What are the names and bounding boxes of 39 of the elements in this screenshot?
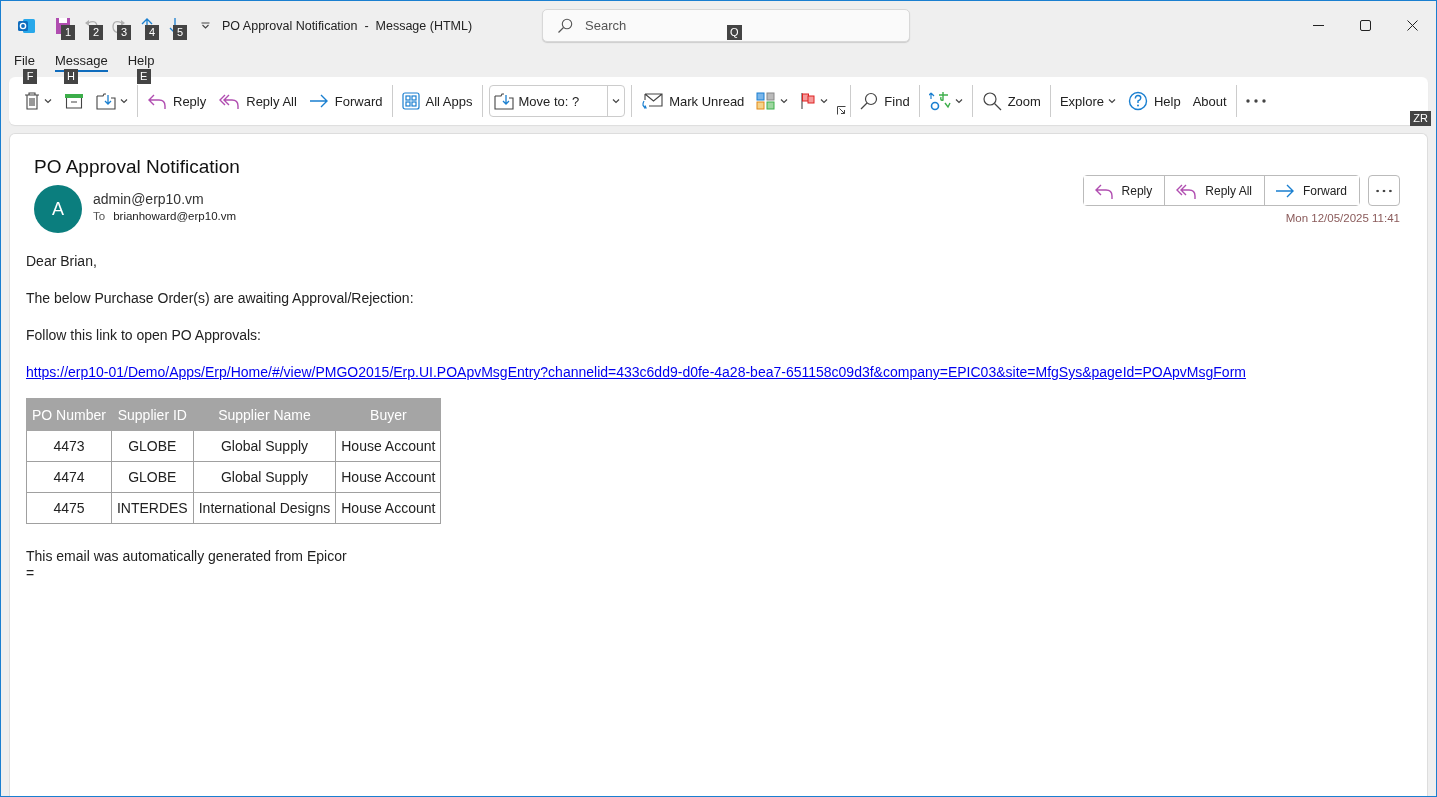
keytip-tooltip: F [23,69,37,84]
sender-address: admin@erp10.vm [93,191,205,207]
keytip-tooltip: 2 [89,24,103,40]
keytip-tooltip: ZR [1410,111,1431,126]
table-cell: Global Supply [193,461,336,493]
table-cell: 4474 [26,461,112,493]
keytip-tooltip: H [63,69,78,84]
table-cell: INTERDES [111,492,194,524]
column-header: PO Number [26,398,112,431]
column-header: Supplier Name [193,398,336,431]
move-to-text: Move to: ? [518,93,580,109]
keytip-tooltip: 1 [61,24,75,40]
keytip-tooltip: 4 [145,24,159,40]
keytip-tooltip: Q [727,25,742,40]
keytip-tooltip: E [136,69,151,84]
recipient-address: brianhoward@erp10.vm [113,210,237,222]
table-cell: House Account [335,430,441,462]
table-cell: GLOBE [111,430,194,462]
keytip-tooltip: 3 [117,24,131,40]
table-cell: 4475 [26,492,112,524]
message-subject: PO Approval Notification [34,156,241,178]
column-header: Supplier ID [111,398,194,431]
table-cell: House Account [335,461,441,493]
received-date: Mon 12/05/2025 11:41 [1285,212,1400,224]
window-title: PO Approval Notification - Message (HTML) [222,18,473,33]
table-cell: 4473 [26,430,112,462]
footer-text: This email was automatically generated from Epicor [26,548,348,565]
table-cell: GLOBE [111,461,194,493]
body-text: The below Purchase Order(s) are awaiting Approval/Rejection: [26,290,415,306]
column-header: Buyer [335,398,441,431]
to-label: To [93,210,106,222]
body-text: Follow this link to open PO Approvals: [26,327,262,343]
table-cell: International Designs [193,492,336,524]
footer-text: = [26,565,36,582]
table-cell: House Account [335,492,441,524]
body-text: Dear Brian, [26,253,98,269]
table-cell: Global Supply [193,430,336,462]
sender-avatar: A [34,185,82,233]
keytip-tooltip: 5 [173,24,187,40]
